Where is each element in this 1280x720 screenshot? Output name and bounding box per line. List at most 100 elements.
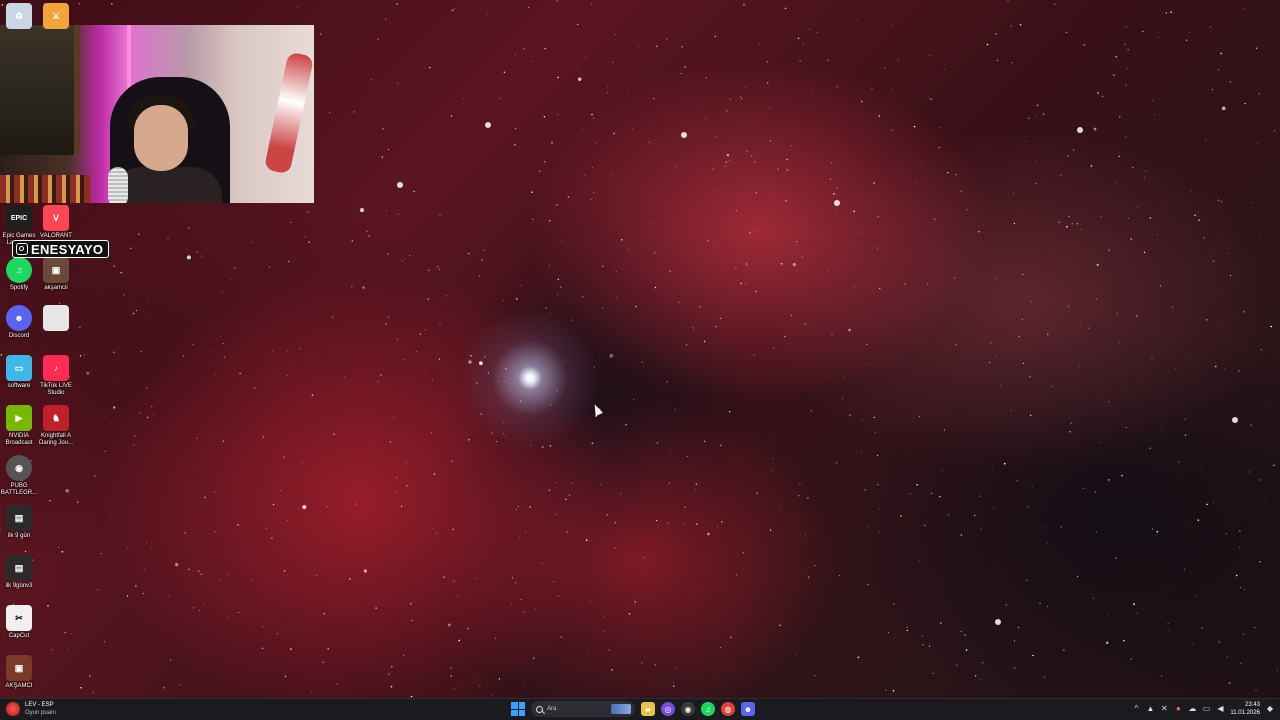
star <box>749 232 751 234</box>
desktop-icon-capcut[interactable]: ✂ CapCut <box>0 605 38 640</box>
star <box>654 286 657 289</box>
star <box>634 601 637 603</box>
star <box>219 335 221 337</box>
star <box>1047 333 1049 336</box>
star <box>556 294 558 296</box>
chevron-up-icon[interactable]: ^ <box>1132 705 1140 713</box>
star <box>1130 238 1132 240</box>
desktop-icon-aksamcii[interactable]: ▣ akşamcii <box>37 257 75 292</box>
desktop-icon-discord[interactable]: ☻ Discord <box>0 305 38 340</box>
star <box>923 524 926 527</box>
star <box>756 492 758 495</box>
desktop-icon-nvidia-broadcast[interactable]: ▶ NVIDIA Broadcast <box>0 405 38 447</box>
star <box>555 481 557 484</box>
star <box>1115 55 1118 58</box>
star <box>786 158 789 161</box>
video-file-icon: ▣ <box>6 655 32 681</box>
star <box>1224 368 1226 370</box>
star <box>804 323 807 325</box>
star <box>436 407 438 409</box>
network-icon[interactable]: ▭ <box>1202 705 1211 713</box>
search-icon <box>536 705 543 713</box>
star <box>129 247 132 250</box>
capcut-icon: ✂ <box>6 605 32 631</box>
cloud-icon[interactable]: ☁ <box>1188 705 1196 713</box>
taskbar-app-file-explorer[interactable]: ▰ <box>641 702 655 716</box>
star <box>316 575 318 577</box>
star <box>1136 612 1138 614</box>
star <box>329 112 331 114</box>
star <box>906 629 908 632</box>
desktop-icon-game-launcher[interactable]: ⚔ <box>37 3 75 29</box>
desktop-icon-ilk-9-gun[interactable]: ▤ ilk 9 gün <box>0 505 38 540</box>
star <box>1108 479 1110 481</box>
star <box>140 350 142 352</box>
star <box>606 92 609 94</box>
taskbar-app-purple[interactable]: ◎ <box>661 702 675 716</box>
star <box>1021 318 1023 320</box>
desktop-icon-valorant[interactable]: V VALORANT <box>37 205 75 240</box>
star <box>606 514 608 516</box>
star <box>519 284 521 286</box>
star <box>879 287 881 290</box>
star <box>680 73 682 74</box>
star <box>1106 614 1108 615</box>
microphone-icon[interactable]: ● <box>1174 705 1182 713</box>
taskbar-search[interactable]: Ara <box>531 701 635 717</box>
star <box>714 35 716 38</box>
star <box>144 569 146 570</box>
windows-logo-icon <box>518 702 525 709</box>
desktop-icon-spotify[interactable]: ♫ Spotify <box>0 257 38 292</box>
desktop-icon-blank-file[interactable] <box>37 305 75 331</box>
desktop-icon-software[interactable]: ▭ software <box>0 355 38 390</box>
taskbar-app-discord[interactable]: ☻ <box>741 702 755 716</box>
star <box>522 686 524 688</box>
star <box>810 409 812 412</box>
star <box>203 604 205 606</box>
star <box>943 69 945 71</box>
desktop-icon-ilk-9-gun-3[interactable]: ▤ ilk 9günv3 <box>0 555 38 590</box>
star <box>353 111 355 113</box>
taskbar-app-spotify[interactable]: ♫ <box>701 702 715 716</box>
star <box>1065 31 1068 34</box>
network-crossed-icon[interactable]: ✕ <box>1160 705 1168 713</box>
taskbar-app-obs[interactable]: ◉ <box>681 702 695 716</box>
star <box>838 574 840 576</box>
start-button[interactable] <box>511 702 525 716</box>
star <box>1159 285 1162 287</box>
star <box>572 482 574 484</box>
star <box>1065 225 1068 228</box>
star <box>183 355 185 357</box>
notification-bell-icon[interactable]: ◆ <box>1266 705 1274 713</box>
star <box>287 375 289 376</box>
star <box>481 259 483 261</box>
star <box>266 528 267 530</box>
star <box>1244 8 1245 10</box>
star <box>438 358 441 360</box>
star <box>404 257 406 260</box>
star <box>1124 43 1126 46</box>
star <box>450 675 453 677</box>
star <box>1152 100 1154 102</box>
tray-app-icon[interactable]: ▲ <box>1146 705 1154 713</box>
desktop-icon-aksamci[interactable]: ▣ AKŞAMCI <box>0 655 38 690</box>
star <box>830 162 833 164</box>
star <box>1265 497 1267 499</box>
tiktok-icon: ♪ <box>43 355 69 381</box>
star <box>953 277 956 279</box>
volume-icon[interactable]: ◀ <box>1216 705 1224 713</box>
desktop-icon-pubg[interactable]: ◉ PUBG BATTLEGR... <box>0 455 38 497</box>
desktop-icon-recycle-bin[interactable]: ♻ <box>0 3 38 29</box>
desktop-icon-tiktok-live-studio[interactable]: ♪ TikTok LIVE Studio <box>37 355 75 397</box>
star <box>534 608 536 610</box>
clock[interactable]: 23:43 11.01.2026 <box>1230 701 1260 717</box>
desktop-icon-knightfall[interactable]: ♞ Knightfall A Daring Jou... <box>37 405 75 447</box>
star <box>864 489 866 491</box>
star <box>892 689 895 692</box>
star <box>237 612 239 614</box>
star <box>1068 215 1070 217</box>
star <box>239 372 241 375</box>
taskbar-app-chrome[interactable]: ◍ <box>721 702 735 716</box>
widgets-button[interactable]: LEV - ESP Oyun puanı <box>6 701 56 717</box>
star <box>1175 368 1176 369</box>
